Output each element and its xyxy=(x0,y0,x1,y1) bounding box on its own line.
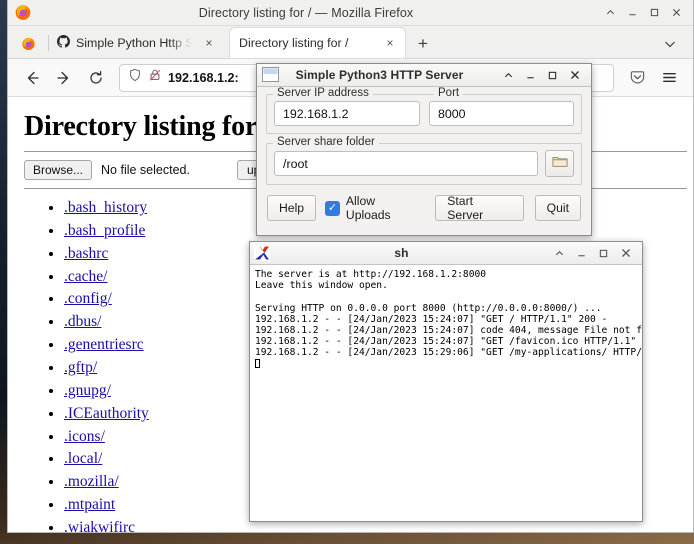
minimize-button[interactable] xyxy=(524,69,537,82)
tab-label: Directory listing for / xyxy=(239,36,349,50)
new-tab-button[interactable]: + xyxy=(409,30,437,58)
directory-entry-link[interactable]: .ICEauthority xyxy=(64,405,149,422)
firefox-window-title: Directory listing for / — Mozilla Firefo… xyxy=(198,5,414,20)
minimize-button[interactable] xyxy=(575,247,588,260)
shade-button[interactable] xyxy=(553,247,566,260)
shade-button[interactable] xyxy=(604,6,617,19)
http-dialog-body: Server IP address Port 192.168.1.2 8000 … xyxy=(257,87,591,230)
directory-entry-link[interactable]: .genentriesrc xyxy=(64,336,144,353)
xterm-icon xyxy=(254,245,270,266)
dialog-button-row: Help ✓ Allow Uploads Start Server Quit xyxy=(266,194,582,222)
server-ip-legend: Server IP address xyxy=(273,87,373,99)
reload-button-icon[interactable] xyxy=(81,64,111,92)
toolbar-right-buttons xyxy=(622,64,684,92)
port-legend: Port xyxy=(434,87,464,99)
share-folder-row: /root xyxy=(274,150,574,177)
server-ip-input[interactable]: 192.168.1.2 xyxy=(274,101,420,126)
shield-icon[interactable] xyxy=(128,68,142,87)
allow-uploads-checkbox-wrapper[interactable]: ✓ Allow Uploads xyxy=(325,194,422,222)
terminal-window-controls xyxy=(553,247,642,260)
terminal-cursor xyxy=(255,358,260,368)
directory-entry-link[interactable]: .mtpaint xyxy=(64,496,115,513)
minimize-button[interactable] xyxy=(626,6,639,19)
directory-entry-link[interactable]: .mozilla/ xyxy=(64,473,119,490)
help-button[interactable]: Help xyxy=(267,195,317,221)
port-input[interactable]: 8000 xyxy=(428,101,574,126)
http-dialog-window-controls xyxy=(502,69,591,82)
directory-entry-link[interactable]: .bash_profile xyxy=(64,222,145,239)
share-folder-group: Server share folder /root xyxy=(266,136,582,185)
directory-entry-link[interactable]: .wiakwifirc xyxy=(64,519,135,532)
url-text: 192.168.1.2: xyxy=(168,70,239,85)
maximize-button[interactable] xyxy=(546,69,559,82)
tab-close-icon[interactable]: × xyxy=(382,35,398,51)
maximize-button[interactable] xyxy=(597,247,610,260)
directory-entry-link[interactable]: .gftp/ xyxy=(64,359,97,376)
maximize-button[interactable] xyxy=(648,6,661,19)
directory-entry-link[interactable]: .local/ xyxy=(64,450,102,467)
close-button[interactable] xyxy=(670,6,683,19)
firefox-window-controls xyxy=(604,6,693,19)
forward-button-icon[interactable] xyxy=(49,64,79,92)
allow-uploads-label: Allow Uploads xyxy=(345,194,391,222)
quit-button[interactable]: Quit xyxy=(534,195,581,221)
window-app-icon xyxy=(262,67,279,87)
no-file-selected-label: No file selected. xyxy=(101,163,190,177)
terminal-title: sh xyxy=(394,246,409,260)
server-address-group: Server IP address Port 192.168.1.2 8000 xyxy=(266,87,582,134)
allow-uploads-checkbox[interactable]: ✓ xyxy=(325,200,340,216)
shade-button[interactable] xyxy=(502,69,515,82)
http-server-dialog: Simple Python3 HTTP Server Server IP add… xyxy=(256,63,592,236)
terminal-output[interactable]: The server is at http://192.168.1.2:8000… xyxy=(250,265,642,521)
directory-entry-link[interactable]: .gnupg/ xyxy=(64,382,111,399)
share-folder-legend: Server share folder xyxy=(273,136,379,148)
firefox-tab-strip: Simple Python Http Server × Directory li… xyxy=(8,26,693,59)
browse-button[interactable]: Browse... xyxy=(24,160,93,180)
github-icon xyxy=(57,35,70,51)
firefox-logo-tabstrip-icon xyxy=(8,36,48,58)
folder-browse-button[interactable] xyxy=(545,150,574,177)
http-dialog-titlebar: Simple Python3 HTTP Server xyxy=(257,64,591,87)
tracking-protection-off-icon[interactable] xyxy=(148,68,162,87)
list-all-tabs-icon[interactable] xyxy=(655,30,685,58)
directory-entry-link[interactable]: .dbus/ xyxy=(64,313,101,330)
tab-close-icon[interactable]: × xyxy=(201,35,217,51)
directory-entry-link[interactable]: .bash_history xyxy=(64,199,147,216)
terminal-text: The server is at http://192.168.1.2:8000… xyxy=(255,269,642,359)
start-server-button[interactable]: Start Server xyxy=(435,194,524,222)
terminal-window: sh The server is at http://192.168.1.2:8… xyxy=(249,241,643,522)
hamburger-menu-icon[interactable] xyxy=(654,64,684,92)
close-button[interactable] xyxy=(568,69,581,82)
directory-entry-link[interactable]: .bashrc xyxy=(64,245,108,262)
pocket-icon[interactable] xyxy=(622,64,652,92)
http-dialog-title: Simple Python3 HTTP Server xyxy=(295,68,464,82)
directory-entry-link[interactable]: .icons/ xyxy=(64,428,105,445)
close-button[interactable] xyxy=(619,247,632,260)
tab-label: Simple Python Http Server xyxy=(76,36,195,50)
tab-directory-listing[interactable]: Directory listing for / × xyxy=(230,28,405,58)
back-button-icon[interactable] xyxy=(17,64,47,92)
share-folder-input[interactable]: /root xyxy=(274,151,538,176)
folder-icon xyxy=(551,154,568,173)
firefox-logo-icon xyxy=(14,3,32,26)
directory-entry-link[interactable]: .cache/ xyxy=(64,268,107,285)
directory-entry-link[interactable]: .config/ xyxy=(64,290,112,307)
tab-simple-python-http-server[interactable]: Simple Python Http Server × xyxy=(48,28,224,58)
terminal-titlebar: sh xyxy=(250,242,642,265)
firefox-titlebar: Directory listing for / — Mozilla Firefo… xyxy=(8,0,693,26)
